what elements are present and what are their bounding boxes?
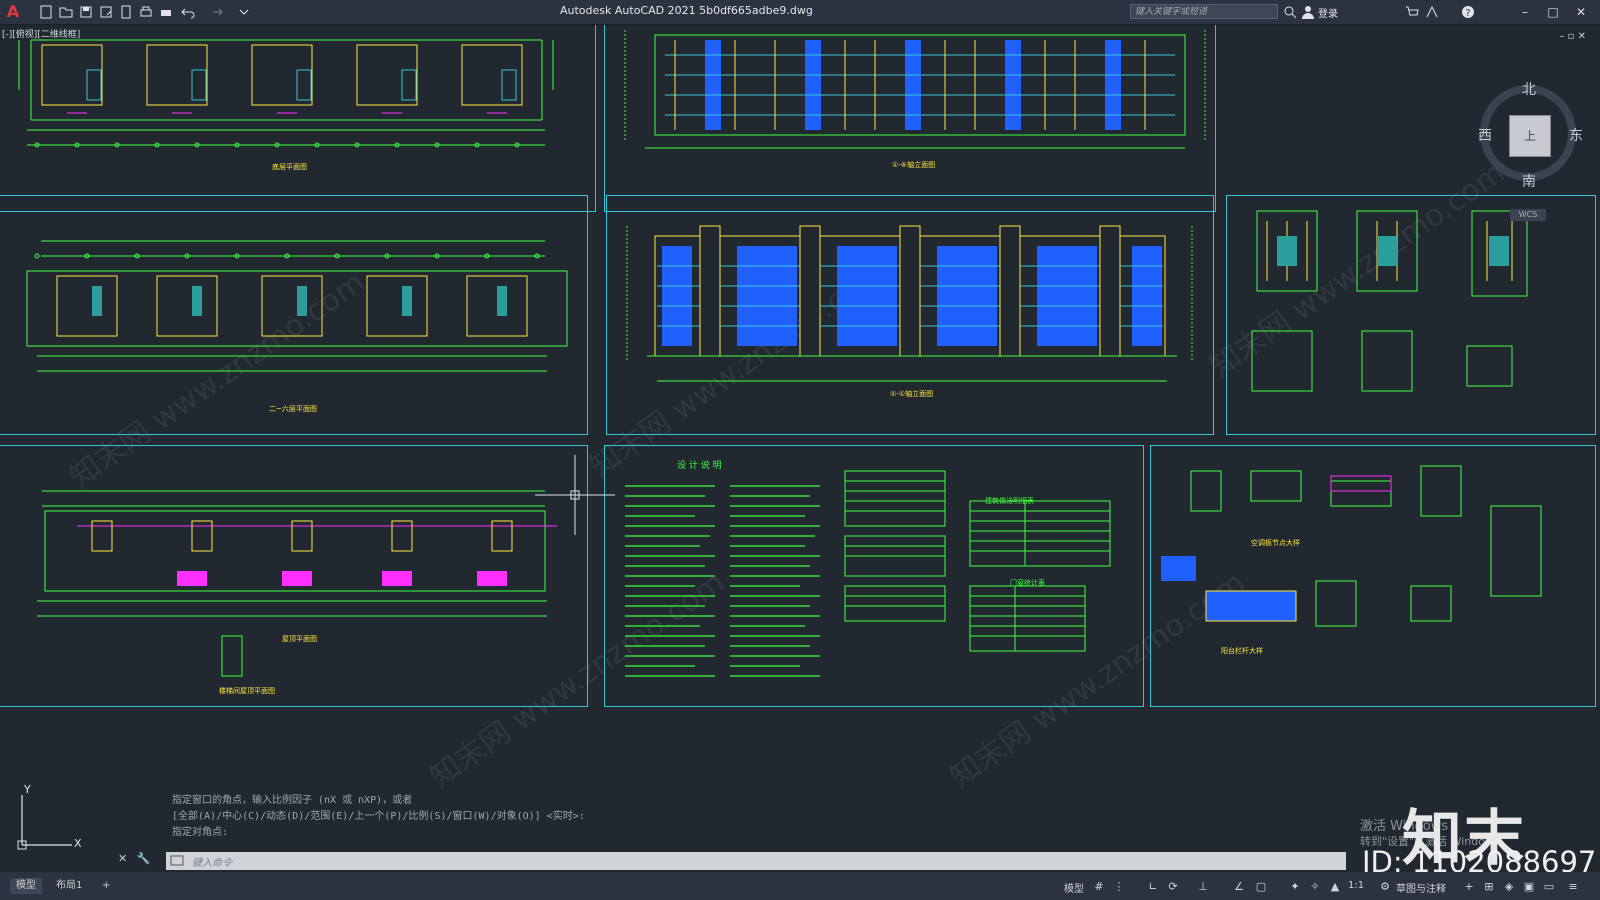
grid-icon[interactable]: #	[1092, 880, 1106, 894]
a360-icon[interactable]	[1424, 4, 1440, 20]
open-folder-icon[interactable]	[58, 4, 74, 20]
svg-text:X: X	[74, 837, 82, 850]
user-icon[interactable]	[1300, 4, 1316, 20]
sheet-node-details[interactable]: 空调板节点大样 阳台栏杆大样	[1150, 445, 1596, 707]
sheet-caption: ①-⑥轴立面图	[892, 161, 936, 169]
plot-icon[interactable]	[138, 4, 154, 20]
snap-icon[interactable]: ⋮	[1112, 880, 1126, 894]
tab-model[interactable]: 模型	[10, 878, 42, 894]
close-icon[interactable]: ✕	[118, 852, 127, 865]
viewport-window-controls[interactable]: – ▫ ✕	[1559, 31, 1586, 42]
sheet-caption: 二~六层平面图	[269, 405, 317, 413]
sheet-caption: 底层平面图	[272, 163, 307, 171]
sheet-caption: 门窗统计表	[1010, 579, 1045, 587]
polar-icon[interactable]: ⟳	[1166, 880, 1180, 894]
autoscale-icon[interactable]: ✧	[1308, 880, 1322, 894]
lineweight-icon[interactable]: ∠	[1232, 880, 1246, 894]
search-input[interactable]: 键入关键字或短语	[1130, 4, 1278, 19]
ucs-icon: Y X	[17, 785, 82, 850]
sheet-main-elevation[interactable]: ①-①轴立面图	[606, 195, 1214, 435]
close-icon[interactable]: ✕	[1572, 3, 1590, 21]
wcs-menu[interactable]: WCS	[1510, 209, 1546, 221]
notes-text-block	[625, 470, 1111, 677]
annotation-visibility-icon[interactable]: ✦	[1288, 880, 1302, 894]
login-link[interactable]: 登录	[1318, 5, 1338, 20]
compass-north[interactable]: 北	[1522, 79, 1536, 99]
svg-text:Y: Y	[23, 785, 31, 796]
command-input[interactable]: 键入命令	[166, 852, 1346, 870]
publish-icon[interactable]	[118, 4, 134, 20]
wrench-icon[interactable]: 🔧	[137, 852, 151, 865]
print-icon[interactable]	[158, 4, 174, 20]
new-layout-button[interactable]: +	[96, 878, 116, 894]
help-icon[interactable]: ?	[1460, 4, 1476, 20]
sheet-typical-floor-plan[interactable]: 二~六层平面图	[0, 195, 588, 435]
save-icon[interactable]	[78, 4, 94, 20]
sheet-caption: 屋顶平面图	[282, 635, 317, 643]
undo-icon[interactable]	[180, 4, 196, 20]
sheet-caption: 设 计 说 明	[677, 461, 722, 471]
tab-layout1[interactable]: 布局1	[50, 878, 88, 894]
command-history-line: [全部(A)/中心(C)/动态(D)/范围(E)/上一个(P)/比例(S)/窗口…	[172, 811, 585, 822]
sheet-caption: 阳台栏杆大样	[1221, 647, 1263, 655]
selection-cycling-icon[interactable]: ▢	[1254, 880, 1268, 894]
command-placeholder: 键入命令	[192, 858, 232, 869]
viewcube[interactable]: 上 北 南 西 东 WCS	[1468, 63, 1592, 221]
workspace-switch[interactable]: 草图与注释	[1396, 880, 1446, 895]
sheet-top-elevation[interactable]: ①-⑥轴立面图	[604, 25, 1216, 212]
detail-drawing	[1251, 210, 1528, 392]
customize-menu-icon[interactable]: ≡	[1566, 880, 1580, 894]
save-as-icon[interactable]	[98, 4, 114, 20]
sheet-ground-floor-plan[interactable]: 底层平面图	[0, 25, 596, 212]
floor-plan-drawing	[26, 240, 568, 372]
sheet-caption: ①-①轴立面图	[890, 390, 934, 398]
minimize-icon[interactable]: –	[1516, 3, 1534, 21]
isolate-icon[interactable]: ◈	[1502, 880, 1516, 894]
command-prompt-icon[interactable]	[170, 855, 186, 867]
sheet-stair-details[interactable]	[1226, 195, 1596, 435]
compass-west[interactable]: 西	[1478, 125, 1492, 145]
compass-east[interactable]: 东	[1569, 125, 1583, 145]
compass-south[interactable]: 南	[1522, 171, 1536, 191]
sheet-roof-plan[interactable]: 屋顶平面图 楼梯间屋顶平面图	[0, 445, 588, 707]
gear-icon[interactable]: ⚙	[1378, 880, 1392, 894]
cart-icon[interactable]	[1404, 4, 1420, 20]
elevation-drawing	[624, 30, 1206, 149]
svg-text:?: ?	[1465, 8, 1470, 19]
annotation-scale-value[interactable]: 1:1	[1348, 880, 1364, 891]
clean-screen-icon[interactable]: ▭	[1542, 880, 1556, 894]
autocad-logo-icon[interactable]: A	[4, 2, 22, 22]
new-file-icon[interactable]	[38, 4, 54, 20]
viewcube-top-face[interactable]: 上	[1509, 115, 1551, 157]
customize-dropdown-icon[interactable]	[236, 4, 252, 20]
sheet-caption: 空调板节点大样	[1251, 539, 1300, 547]
model-space-toggle[interactable]: 模型	[1064, 880, 1084, 895]
detail-drawing	[1161, 465, 1542, 627]
sheet-caption: 建筑做法明细表	[985, 497, 1034, 505]
command-line-controls[interactable]: ✕ 🔧	[118, 852, 166, 870]
elevation-drawing	[626, 225, 1193, 382]
command-history-line: 指定窗口的角点，输入比例因子 (nX 或 nXP)，或者	[172, 795, 413, 806]
hardware-accel-icon[interactable]: ▣	[1522, 880, 1536, 894]
units-icon[interactable]: ⊞	[1482, 880, 1496, 894]
plus-icon[interactable]: +	[1462, 880, 1476, 894]
osnap-icon[interactable]: ⊥	[1196, 880, 1210, 894]
roof-plan-drawing	[37, 490, 557, 677]
search-icon[interactable]	[1282, 4, 1298, 20]
floor-plan-drawing	[18, 39, 554, 148]
sheet-caption: 楼梯间屋顶平面图	[219, 687, 275, 695]
maximize-icon[interactable]: □	[1544, 3, 1562, 21]
redo-icon[interactable]	[208, 4, 224, 20]
sheet-design-notes[interactable]: 设 计 说 明 建筑做法明细表 门窗统计表	[604, 445, 1144, 707]
window-title: Autodesk AutoCAD 2021 5b0df665adbe9.dwg	[560, 4, 813, 17]
annotation-scale-icon[interactable]: ▲	[1328, 880, 1342, 894]
drawing-viewport[interactable]: [-][俯视][二维线框] – ▫ ✕ 知末网 www.znzmo.com 知末…	[0, 25, 1600, 870]
crosshair-cursor	[535, 455, 615, 535]
command-history-line: 指定对角点:	[172, 827, 229, 838]
title-bar: A Autodesk AutoCAD 2021 5b0df665adbe9.dw…	[0, 0, 1600, 25]
ortho-icon[interactable]: ∟	[1146, 880, 1160, 894]
